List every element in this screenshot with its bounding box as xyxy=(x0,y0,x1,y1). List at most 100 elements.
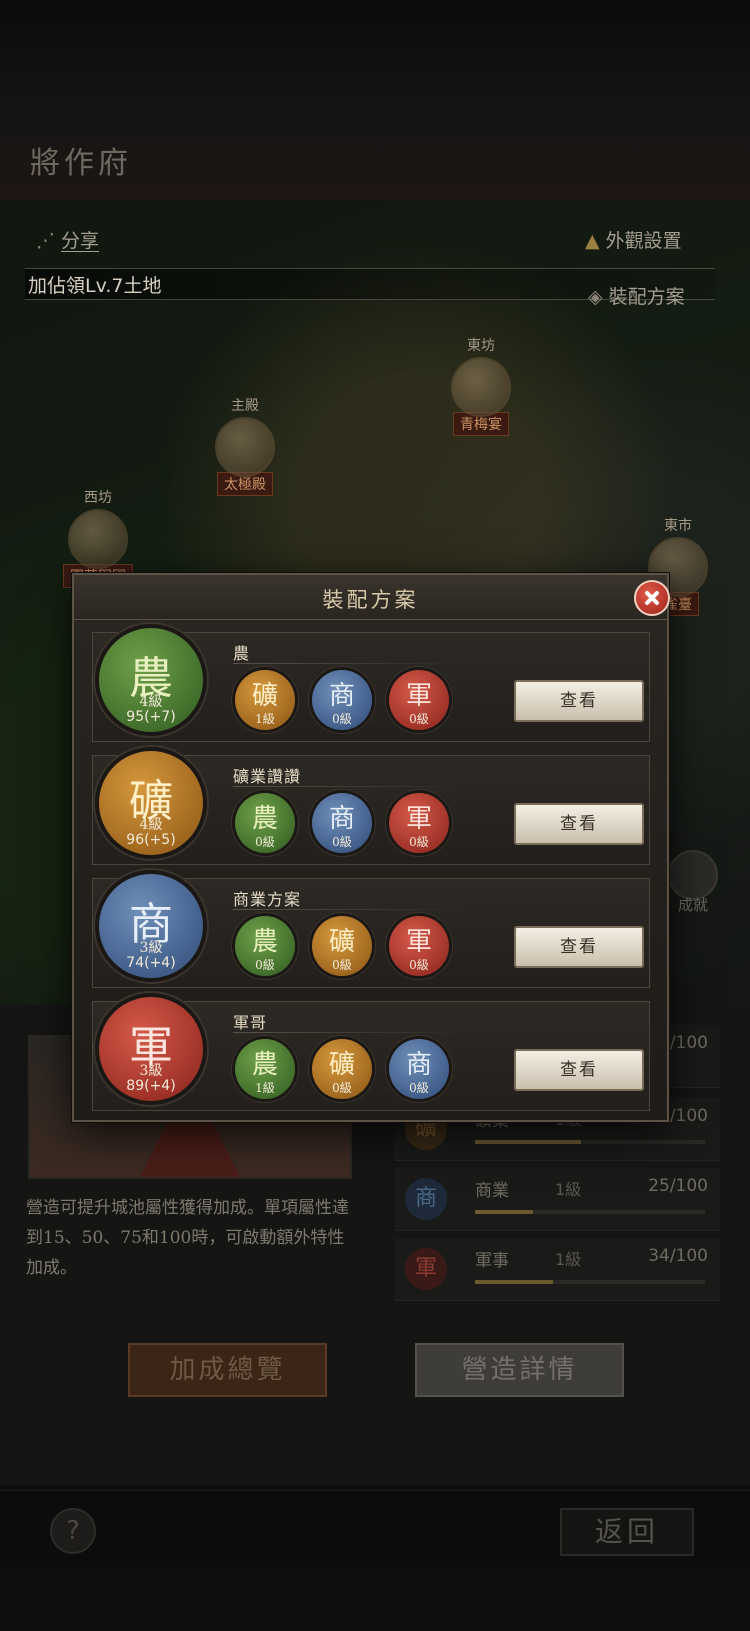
sub-attribute-glyph: 商 xyxy=(328,804,355,834)
main-attribute-points: 89(+4) xyxy=(126,1078,176,1094)
layers-icon: ◈ xyxy=(588,286,609,308)
sub-attribute-glyph: 軍 xyxy=(405,927,432,957)
pin-caption: 主殿 xyxy=(231,398,259,414)
preset-card: 礦 4級 96(+5) 礦業讚讚 農 0級 商 0級 軍 0級 查看 xyxy=(92,751,650,865)
pin-caption: 西坊 xyxy=(84,490,112,506)
attribute-name: 軍事 xyxy=(475,1251,509,1271)
bonus-overview-button[interactable]: 加成總覽 xyxy=(128,1343,327,1397)
building-icon xyxy=(215,417,275,477)
main-attribute-badge: 軍 3級 89(+4) xyxy=(99,997,203,1101)
building-icon xyxy=(451,357,511,417)
preset-card: 商 3級 74(+4) 商業方案 農 0級 礦 0級 軍 0級 查看 xyxy=(92,874,650,988)
sub-attribute-badge: 農 1級 xyxy=(235,1039,295,1099)
sub-attribute-badge: 礦 1級 xyxy=(235,670,295,730)
main-attribute-level: 4級 xyxy=(139,694,163,710)
sub-attribute-badge: 農 0級 xyxy=(235,916,295,976)
view-button[interactable]: 查看 xyxy=(514,803,644,845)
sub-attribute-glyph: 軍 xyxy=(405,681,432,711)
sub-attribute-badge: 軍 0級 xyxy=(389,793,449,853)
close-icon[interactable] xyxy=(634,580,670,616)
sub-attribute-glyph: 礦 xyxy=(251,681,278,711)
sub-attribute-glyph: 礦 xyxy=(328,927,355,957)
preset-name: 軍哥 xyxy=(233,1013,268,1032)
view-button[interactable]: 查看 xyxy=(514,926,644,968)
sub-attribute-level: 0級 xyxy=(255,958,275,972)
view-button[interactable]: 查看 xyxy=(514,680,644,722)
main-attribute-badge: 礦 4級 96(+5) xyxy=(99,751,203,855)
sub-attribute-level: 0級 xyxy=(332,835,352,849)
pin-caption: 東坊 xyxy=(467,338,495,354)
sub-attribute-level: 1級 xyxy=(255,1081,275,1095)
sub-attribute-level: 1級 xyxy=(255,712,275,726)
attribute-row-commerce: 商 商業 1級 25/100 xyxy=(395,1168,720,1231)
sub-attribute-level: 0級 xyxy=(332,712,352,726)
main-attribute-points: 96(+5) xyxy=(126,832,176,848)
achievement-label: 成就 xyxy=(677,896,708,914)
building-icon xyxy=(68,509,128,569)
sub-attribute-badge: 礦 0級 xyxy=(312,916,372,976)
back-button[interactable]: 返回 xyxy=(560,1508,694,1556)
sub-attribute-badge: 商 0級 xyxy=(312,670,372,730)
sub-attribute-level: 0級 xyxy=(332,1081,352,1095)
main-attribute-badge: 農 4級 95(+7) xyxy=(99,628,203,732)
sub-attribute-level: 0級 xyxy=(409,712,429,726)
sub-attribute-glyph: 農 xyxy=(251,927,278,957)
page-title: 將作府 xyxy=(30,146,132,181)
military-icon: 軍 xyxy=(405,1248,447,1290)
pin-caption: 東市 xyxy=(664,518,692,534)
sub-attribute-badge: 商 0級 xyxy=(389,1039,449,1099)
help-button[interactable]: ? xyxy=(50,1508,96,1554)
attribute-bar xyxy=(475,1140,705,1144)
sub-attribute-level: 0級 xyxy=(332,958,352,972)
sub-attribute-glyph: 商 xyxy=(328,681,355,711)
sub-attribute-badge: 礦 0級 xyxy=(312,1039,372,1099)
attribute-row-military: 軍 軍事 1級 34/100 xyxy=(395,1238,720,1301)
build-detail-button[interactable]: 營造詳情 xyxy=(415,1343,624,1397)
sub-attribute-glyph: 商 xyxy=(405,1050,432,1080)
view-button[interactable]: 查看 xyxy=(514,1049,644,1091)
preset-name: 礦業讚讚 xyxy=(233,767,302,786)
sub-attribute-badge: 軍 0級 xyxy=(389,670,449,730)
main-attribute-level: 3級 xyxy=(139,1063,163,1079)
sub-attribute-level: 0級 xyxy=(409,1081,429,1095)
attribute-progress: 25/100 xyxy=(648,1176,708,1196)
main-attribute-level: 4級 xyxy=(139,817,163,833)
dialog-title: 裝配方案 xyxy=(322,588,419,612)
main-attribute-points: 95(+7) xyxy=(126,709,176,725)
pencil-icon xyxy=(668,850,718,900)
main-attribute-level: 3級 xyxy=(139,940,163,956)
main-attribute-badge: 商 3級 74(+4) xyxy=(99,874,203,978)
sub-attribute-glyph: 軍 xyxy=(405,804,432,834)
loadout-dialog: 裝配方案 農 4級 95(+7) 農 礦 1級 商 0級 軍 0級 查看 礦 4… xyxy=(72,573,670,1122)
attribute-level: 1級 xyxy=(555,1250,582,1269)
attribute-bar xyxy=(475,1280,705,1284)
appearance-link[interactable]: ▲ 外觀設置 xyxy=(585,226,682,253)
attribute-bar xyxy=(475,1210,705,1214)
attribute-progress: 34/100 xyxy=(648,1246,708,1266)
achievement-button[interactable]: 成就 xyxy=(668,850,718,915)
map-pin-main-hall[interactable]: 主殿 太極殿 xyxy=(212,395,278,496)
palace-icon: ▲ xyxy=(585,230,606,252)
notice-text: 加佔領Lv.7土地 xyxy=(28,275,162,297)
loadout-link[interactable]: ◈ 裝配方案 xyxy=(588,282,685,309)
sub-attribute-level: 0級 xyxy=(409,958,429,972)
sub-attribute-badge: 軍 0級 xyxy=(389,916,449,976)
share-icon: ⋰ xyxy=(36,230,62,252)
sub-attribute-level: 0級 xyxy=(255,835,275,849)
sub-attribute-glyph: 農 xyxy=(251,804,278,834)
map-pin-east-ward[interactable]: 東坊 青梅宴 xyxy=(448,335,514,436)
attribute-level: 1級 xyxy=(555,1180,582,1199)
sub-attribute-glyph: 農 xyxy=(251,1050,278,1080)
sub-attribute-level: 0級 xyxy=(409,835,429,849)
preset-name: 農 xyxy=(233,644,251,663)
preset-card: 農 4級 95(+7) 農 礦 1級 商 0級 軍 0級 查看 xyxy=(92,628,650,742)
sub-attribute-glyph: 礦 xyxy=(328,1050,355,1080)
share-link[interactable]: ⋰ 分享 xyxy=(36,226,99,253)
preset-name: 商業方案 xyxy=(233,890,302,909)
preset-card: 軍 3級 89(+4) 軍哥 農 1級 礦 0級 商 0級 查看 xyxy=(92,997,650,1111)
sub-attribute-badge: 商 0級 xyxy=(312,793,372,853)
main-attribute-points: 74(+4) xyxy=(126,955,176,971)
attribute-name: 商業 xyxy=(475,1181,509,1201)
commerce-icon: 商 xyxy=(405,1178,447,1220)
description-text: 營造可提升城池屬性獲得加成。單項屬性達到15、50、75和100時，可啟動額外特… xyxy=(26,1198,349,1278)
